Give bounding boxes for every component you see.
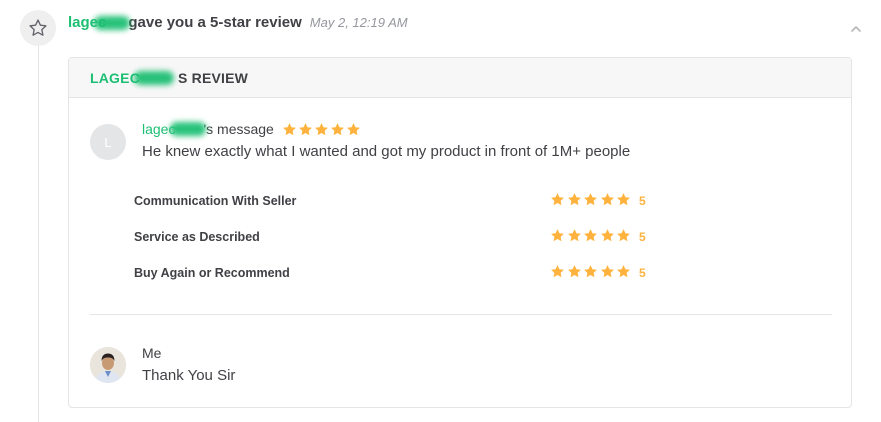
star-filled-icon: [282, 122, 296, 135]
review-card: LAGEC S REVIEW L lagec 's message He kne…: [68, 57, 852, 408]
card-title-user: LAGEC: [90, 69, 174, 86]
star-filled-icon: [330, 122, 344, 135]
rating-label: Buy Again or Recommend: [134, 266, 290, 280]
star-filled-icon: [584, 193, 597, 206]
star-filled-icon: [584, 229, 597, 242]
timeline-line: [38, 44, 39, 422]
reply-author: Me: [142, 345, 162, 361]
overall-stars: [282, 122, 362, 137]
reply-message: Thank You Sir: [142, 367, 236, 384]
star-filled-icon: [600, 229, 614, 242]
rating-row-recommend: Buy Again or Recommend 5: [134, 264, 851, 284]
star-filled-icon: [600, 265, 614, 278]
star-filled-icon: [551, 229, 564, 242]
star-filled-icon: [314, 122, 328, 135]
star-filled-icon: [567, 193, 581, 206]
review-message: He knew exactly what I wanted and got my…: [142, 143, 631, 160]
chevron-up-icon[interactable]: [850, 24, 862, 34]
activity-header: lagec gave you a 5-star review May 2, 12…: [68, 14, 408, 34]
redaction-blur: [134, 70, 174, 85]
star-outline-icon: [29, 19, 47, 36]
rating-label: Service as Described: [134, 230, 260, 244]
review-badge: [20, 10, 56, 46]
message-header: lagec 's message: [142, 121, 362, 137]
rating-row-communication: Communication With Seller 5: [134, 192, 851, 212]
card-title-suffix: S REVIEW: [178, 69, 249, 86]
buyer-avatar: L: [90, 124, 126, 160]
message-label: 's message: [203, 121, 274, 137]
rating-label: Communication With Seller: [134, 194, 297, 208]
card-title-user-text: LAGEC: [90, 69, 140, 86]
star-filled-icon: [567, 229, 581, 242]
star-filled-icon: [551, 265, 564, 278]
redaction-blur: [94, 16, 130, 30]
star-filled-icon: [617, 229, 630, 242]
rating-row-service: Service as Described 5: [134, 228, 851, 248]
rating-value: 5: [639, 194, 646, 208]
star-filled-icon: [617, 193, 630, 206]
star-filled-icon: [584, 265, 597, 278]
star-filled-icon: [600, 193, 614, 206]
message-username[interactable]: lagec: [142, 121, 206, 137]
activity-action: gave you a 5-star review: [128, 14, 302, 31]
rating-stars: [550, 192, 633, 207]
star-filled-icon: [617, 265, 630, 278]
divider: [90, 314, 832, 315]
star-filled-icon: [346, 122, 360, 135]
person-avatar-icon: [90, 347, 126, 383]
rating-value: 5: [639, 266, 646, 280]
activity-time: May 2, 12:19 AM: [309, 15, 408, 30]
review-card-header: LAGEC S REVIEW: [69, 58, 851, 98]
rating-stars: [550, 264, 633, 279]
seller-avatar: [90, 347, 126, 383]
star-filled-icon: [567, 265, 581, 278]
activity-username[interactable]: lagec: [68, 14, 130, 31]
star-filled-icon: [551, 193, 564, 206]
redaction-blur: [170, 122, 206, 136]
rating-value: 5: [639, 230, 646, 244]
star-filled-icon: [298, 122, 312, 135]
rating-stars: [550, 228, 633, 243]
